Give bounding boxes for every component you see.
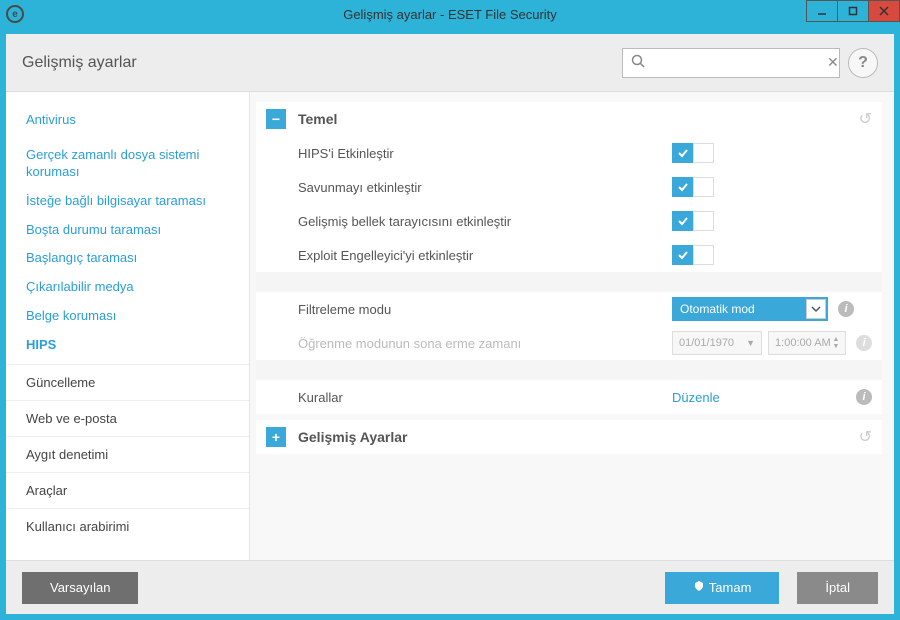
minimize-button[interactable]: [806, 0, 838, 22]
content-panel: − Temel ↺ HIPS'i Etkinleştir: [250, 92, 894, 560]
section-basic: − Temel ↺ HIPS'i Etkinleştir: [256, 102, 882, 414]
toggle-exploit[interactable]: [672, 245, 714, 265]
search-input[interactable]: [651, 55, 827, 70]
label-filter-mode: Filtreleme modu: [298, 302, 672, 317]
spinner-icon: ▲▼: [832, 336, 839, 350]
shield-icon: [693, 580, 705, 595]
search-box[interactable]: ✕: [622, 48, 840, 78]
page-title: Gelişmiş ayarlar: [22, 54, 137, 72]
sidebar-item-ondemand[interactable]: İsteğe bağlı bilgisayar taraması: [6, 187, 249, 216]
chevron-down-icon: [806, 299, 826, 319]
close-button[interactable]: [868, 0, 900, 22]
window-frame: e Gelişmiş ayarlar - ESET File Security …: [0, 0, 900, 620]
check-icon: [672, 143, 693, 163]
section-advanced-title: Gelişmiş Ayarlar: [298, 429, 407, 445]
label-hips-enable: HIPS'i Etkinleştir: [298, 146, 672, 161]
sidebar: Antivirus Gerçek zamanlı dosya sistemi k…: [6, 92, 250, 560]
sidebar-item-removable[interactable]: Çıkarılabilir medya: [6, 273, 249, 302]
label-exploit: Exploit Engelleyici'yi etkinleştir: [298, 248, 672, 263]
expand-advanced-button[interactable]: +: [266, 427, 286, 447]
maximize-button[interactable]: [837, 0, 869, 22]
clear-search-icon[interactable]: ✕: [827, 54, 839, 71]
select-filter-mode-value: Otomatik mod: [680, 302, 755, 316]
sidebar-item-realtime[interactable]: Gerçek zamanlı dosya sistemi koruması: [6, 141, 249, 187]
check-icon: [672, 245, 693, 265]
revert-advanced-icon[interactable]: ↺: [859, 427, 872, 447]
select-filter-mode[interactable]: Otomatik mod: [672, 297, 828, 321]
section-basic-title: Temel: [298, 111, 337, 127]
sidebar-item-device[interactable]: Aygıt denetimi: [6, 436, 249, 472]
cancel-button[interactable]: İptal: [797, 572, 878, 604]
sidebar-item-antivirus[interactable]: Antivirus: [6, 106, 249, 135]
section-advanced: + Gelişmiş Ayarlar ↺: [256, 420, 882, 454]
info-filter-mode-icon[interactable]: i: [838, 301, 854, 317]
date-learn-expire: 01/01/1970 ▼: [672, 331, 762, 355]
label-rules: Kurallar: [298, 390, 672, 405]
sidebar-item-hips[interactable]: HIPS: [6, 331, 249, 360]
toggle-hips-enable[interactable]: [672, 143, 714, 163]
collapse-basic-button[interactable]: −: [266, 109, 286, 129]
footer: Varsayılan Tamam İptal: [6, 560, 894, 614]
titlebar: e Gelişmiş ayarlar - ESET File Security: [0, 0, 900, 28]
label-learn-expire: Öğrenme modunun sona erme zamanı: [298, 336, 672, 351]
dropdown-icon: ▼: [746, 338, 755, 348]
check-icon: [672, 177, 693, 197]
check-icon: [672, 211, 693, 231]
toggle-self-defense[interactable]: [672, 177, 714, 197]
sidebar-item-tools[interactable]: Araçlar: [6, 472, 249, 508]
sidebar-item-idle[interactable]: Boşta durumu taraması: [6, 216, 249, 245]
help-button[interactable]: ?: [848, 48, 878, 78]
app-icon: e: [6, 5, 24, 23]
revert-basic-icon[interactable]: ↺: [859, 109, 872, 129]
sidebar-item-web[interactable]: Web ve e-posta: [6, 400, 249, 436]
sidebar-item-update[interactable]: Güncelleme: [6, 364, 249, 400]
window-title: Gelişmiş ayarlar - ESET File Security: [343, 7, 557, 22]
ok-button[interactable]: Tamam: [665, 572, 780, 604]
sidebar-item-startup[interactable]: Başlangıç taraması: [6, 244, 249, 273]
default-button[interactable]: Varsayılan: [22, 572, 138, 604]
info-rules-icon[interactable]: i: [856, 389, 872, 405]
label-self-defense: Savunmayı etkinleştir: [298, 180, 672, 195]
info-learn-expire-icon: i: [856, 335, 872, 351]
sidebar-item-document[interactable]: Belge koruması: [6, 302, 249, 331]
search-icon: [631, 54, 645, 71]
toggle-adv-mem[interactable]: [672, 211, 714, 231]
sidebar-item-ui[interactable]: Kullanıcı arabirimi: [6, 508, 249, 544]
header: Gelişmiş ayarlar ✕ ?: [6, 34, 894, 92]
label-adv-mem: Gelişmiş bellek tarayıcısını etkinleştir: [298, 214, 672, 229]
time-learn-expire: 1:00:00 AM ▲▼: [768, 331, 846, 355]
link-rules-edit[interactable]: Düzenle: [672, 390, 720, 405]
